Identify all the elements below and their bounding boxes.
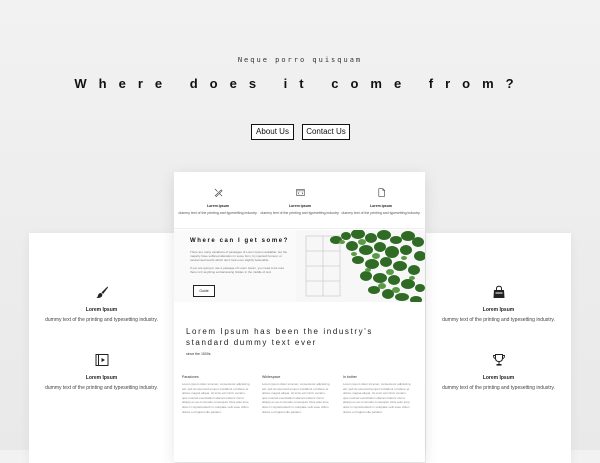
about-us-button[interactable]: About Us [251,124,294,140]
contact-us-button[interactable]: Contact Us [302,124,350,140]
feature-desc: dummy text of the printing and typesetti… [442,385,555,391]
feature-title: Lorem Ipsum [482,375,515,381]
feature-item: Lorem Ipsum dummy text of the printing a… [426,353,571,391]
plant-photo [296,230,425,302]
trophy-icon [492,354,505,366]
section-heading: Lorem Ipsum has been the industry's stan… [186,327,373,347]
top-feature-title: Lorem ipsum [370,204,392,208]
document-icon [377,188,385,197]
section-divider [174,228,425,229]
browser-code-icon [295,189,305,196]
section-subheading: since the 1500s [186,352,211,356]
right-feature-card: Lorem Ipsum dummy text of the printing a… [426,233,571,463]
shopping-bag-icon [493,285,504,298]
feature-desc: dummy text of the printing and typesetti… [45,385,158,391]
column-body: Lorem ipsum dolor sit amet, consectetur … [182,382,250,414]
column-heading: Paradoxes [182,375,199,379]
text-column: Whitespace Lorem ipsum dolor sit amet, c… [262,375,330,414]
top-feature-item: Lorem ipsum dummy text of the printing a… [178,188,258,215]
guide-button[interactable]: Guide [193,285,215,297]
top-feature-title: Lorem ipsum [207,204,229,208]
paintbrush-icon [95,286,108,299]
column-heading: Whitespace [262,375,281,379]
top-feature-desc: dummy text of the printing and typesetti… [341,211,421,215]
pencil-ruler-icon [214,188,223,197]
left-feature-card: Lorem Ipsum dummy text of the printing a… [29,233,174,463]
where-title: Where can I get some? [190,238,289,244]
top-feature-item: Lorem ipsum dummy text of the printing a… [341,188,421,215]
top-feature-desc: dummy text of the printing and typesetti… [178,211,258,215]
feature-item: Lorem Ipsum dummy text of the printing a… [29,353,174,391]
text-column: Paradoxes Lorem ipsum dolor sit amet, co… [182,375,250,414]
column-body: Lorem ipsum dolor sit amet, consectetur … [343,382,411,414]
column-heading: In bother [343,375,357,379]
feature-title: Lorem Ipsum [85,307,118,313]
feature-item: Lorem Ipsum dummy text of the printing a… [29,285,174,323]
hero-subtitle: Neque porro quisquam [237,56,363,64]
column-body: Lorem ipsum dolor sit amet, consectetur … [262,382,330,414]
feature-item: Lorem Ipsum dummy text of the printing a… [426,285,571,323]
where-section: Where can I get some? There are many var… [174,230,296,302]
top-feature-desc: dummy text of the printing and typesetti… [260,211,340,215]
video-icon [95,354,108,366]
where-paragraph: There are many variations of passages of… [190,250,288,263]
feature-title: Lorem Ipsum [482,307,515,313]
feature-desc: dummy text of the printing and typesetti… [442,317,555,323]
top-feature-title: Lorem ipsum [289,204,311,208]
feature-desc: dummy text of the printing and typesetti… [45,317,158,323]
top-feature-item: Lorem ipsum dummy text of the printing a… [260,188,340,215]
text-column: In bother Lorem ipsum dolor sit amet, co… [343,375,411,414]
ivy-window-illustration [296,230,425,302]
hero-title: Where does it come from? [74,76,526,91]
feature-title: Lorem Ipsum [85,375,118,381]
where-paragraph: If you are going to use a passage of Lor… [190,266,285,275]
center-content-card: Lorem ipsum dummy text of the printing a… [174,172,425,462]
